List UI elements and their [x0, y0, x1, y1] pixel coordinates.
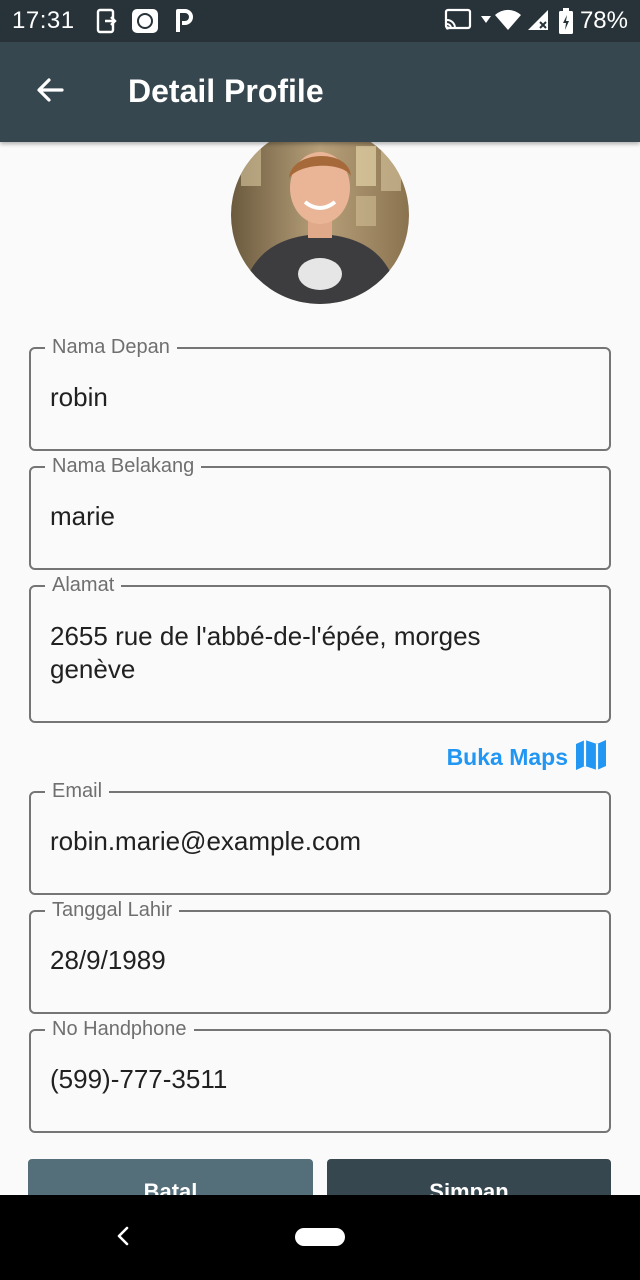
phone-value: (599)-777-3511 — [50, 1064, 228, 1094]
phone-label: No Handphone — [45, 1015, 194, 1043]
first-name-label: Nama Depan — [45, 333, 177, 361]
arrow-back-icon — [34, 74, 66, 111]
nav-home-pill[interactable] — [295, 1228, 345, 1246]
status-bar: 17:31 78% — [0, 0, 640, 42]
cast-icon — [444, 8, 472, 32]
phone-field[interactable]: No Handphone (599)-777-3511 — [29, 1015, 611, 1133]
map-icon — [574, 738, 608, 777]
system-nav-bar — [0, 1195, 640, 1280]
avatar — [231, 126, 409, 304]
paypal-icon — [174, 8, 194, 34]
address-label: Alamat — [45, 571, 122, 599]
dropdown-caret-icon — [481, 12, 491, 26]
address-value: 2655 rue de l'abbé-de-l'épée, morges gen… — [50, 621, 481, 684]
wifi-icon — [494, 8, 522, 32]
birth-date-field[interactable]: Tanggal Lahir 28/9/1989 — [29, 896, 611, 1014]
last-name-value: marie — [50, 501, 116, 531]
email-field[interactable]: Email robin.marie@example.com — [29, 777, 611, 895]
sim-add-icon — [96, 8, 118, 34]
status-time: 17:31 — [12, 7, 75, 34]
back-button[interactable] — [22, 64, 78, 120]
app-bar: Detail Profile — [0, 42, 640, 142]
page-title: Detail Profile — [128, 73, 324, 109]
cell-signal-icon — [526, 8, 550, 32]
open-maps-label: Buka Maps — [446, 744, 568, 770]
news-app-icon — [131, 8, 159, 34]
battery-percent: 78% — [579, 7, 628, 34]
birth-date-value: 28/9/1989 — [50, 945, 166, 975]
last-name-field[interactable]: Nama Belakang marie — [29, 452, 611, 570]
first-name-field[interactable]: Nama Depan robin — [29, 333, 611, 451]
email-value: robin.marie@example.com — [50, 826, 362, 856]
battery-charging-icon — [559, 8, 573, 34]
last-name-label: Nama Belakang — [45, 452, 202, 480]
nav-back-button[interactable] — [106, 1223, 140, 1253]
email-label: Email — [45, 777, 110, 805]
birth-date-label: Tanggal Lahir — [45, 896, 180, 924]
chevron-left-icon — [116, 1226, 130, 1251]
first-name-value: robin — [50, 382, 108, 412]
address-field[interactable]: Alamat 2655 rue de l'abbé-de-l'épée, mor… — [29, 571, 611, 723]
open-maps-link[interactable]: Buka Maps — [447, 738, 608, 777]
